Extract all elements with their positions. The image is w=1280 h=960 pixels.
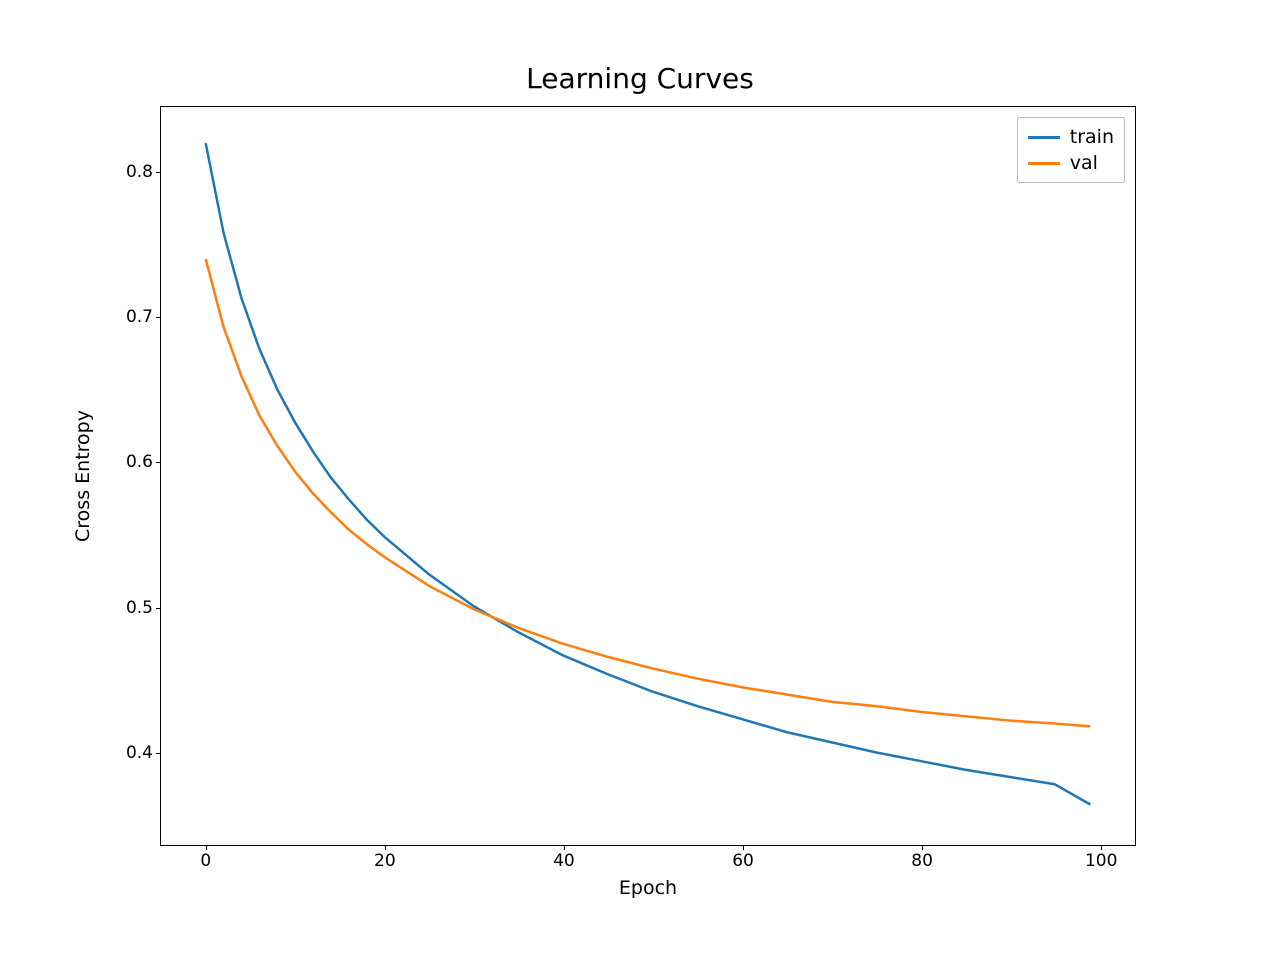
series-line-val — [206, 259, 1091, 726]
y-tick-mark — [156, 317, 161, 318]
y-tick-mark — [156, 608, 161, 609]
y-tick-label: 0.6 — [126, 452, 153, 472]
x-tick-mark — [922, 845, 923, 850]
x-tick-mark — [743, 845, 744, 850]
x-axis-label: Epoch — [619, 877, 677, 899]
y-tick-mark — [156, 172, 161, 173]
x-tick-label: 40 — [553, 851, 575, 871]
y-tick-label: 0.8 — [126, 162, 153, 182]
x-tick-mark — [385, 845, 386, 850]
y-tick-label: 0.4 — [126, 743, 153, 763]
x-tick-mark — [1101, 845, 1102, 850]
x-tick-label: 60 — [732, 851, 754, 871]
line-plot-svg — [161, 107, 1135, 845]
x-tick-mark — [206, 845, 207, 850]
x-tick-label: 20 — [374, 851, 396, 871]
legend-label-train: train — [1070, 126, 1114, 148]
x-tick-mark — [564, 845, 565, 850]
legend-label-val: val — [1070, 152, 1098, 174]
chart-title: Learning Curves — [0, 62, 1280, 95]
plot-area: train val Epoch Cross Entropy 0204060801… — [160, 106, 1136, 846]
series-line-train — [206, 143, 1091, 804]
y-tick-mark — [156, 753, 161, 754]
x-tick-label: 0 — [200, 851, 211, 871]
y-axis-label: Cross Entropy — [72, 410, 94, 542]
y-tick-label: 0.7 — [126, 307, 153, 327]
y-tick-mark — [156, 462, 161, 463]
figure: Learning Curves train val Epoch Cross En… — [0, 0, 1280, 960]
x-tick-label: 80 — [911, 851, 933, 871]
x-tick-label: 100 — [1085, 851, 1117, 871]
legend-entry-train: train — [1028, 124, 1114, 150]
legend: train val — [1017, 117, 1125, 183]
legend-swatch-train — [1028, 136, 1060, 139]
y-tick-label: 0.5 — [126, 598, 153, 618]
legend-swatch-val — [1028, 162, 1060, 165]
legend-entry-val: val — [1028, 150, 1114, 176]
